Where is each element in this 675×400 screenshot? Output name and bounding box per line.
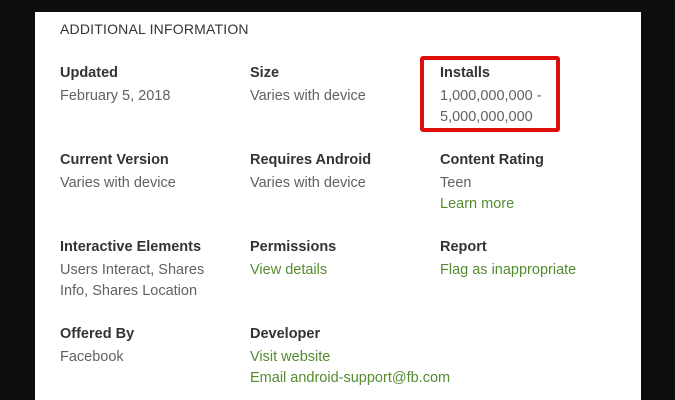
developer-label: Developer bbox=[250, 326, 321, 342]
installs-label: Installs bbox=[440, 65, 490, 81]
permissions-label: Permissions bbox=[250, 239, 337, 255]
installs-value-line2: 5,000,000,000 bbox=[440, 109, 533, 125]
report-label: Report bbox=[440, 239, 487, 255]
visit-website-link[interactable]: Visit website bbox=[250, 347, 510, 368]
size-label: Size bbox=[250, 65, 280, 81]
interactive-elements-label: Interactive Elements bbox=[60, 239, 202, 255]
developer-block: Developer Visit website Email android-su… bbox=[250, 324, 510, 389]
offered-by-value: Facebook bbox=[60, 349, 124, 365]
requires-android-label: Requires Android bbox=[250, 152, 372, 168]
additional-information-panel: ADDITIONAL INFORMATION Updated February … bbox=[35, 12, 641, 400]
updated-value: February 5, 2018 bbox=[60, 88, 171, 104]
requires-android-block: Requires Android Varies with device bbox=[250, 150, 430, 194]
report-block: Report Flag as inappropriate bbox=[440, 237, 620, 281]
learn-more-link[interactable]: Learn more bbox=[440, 194, 620, 215]
updated-label: Updated bbox=[60, 65, 118, 81]
offered-by-label: Offered By bbox=[60, 326, 135, 342]
requires-android-value: Varies with device bbox=[250, 175, 366, 191]
content-rating-block: Content Rating Teen Learn more bbox=[440, 150, 620, 215]
current-version-block: Current Version Varies with device bbox=[60, 150, 240, 194]
email-developer-link[interactable]: Email android-support@fb.com bbox=[250, 368, 510, 389]
content-rating-value: Teen bbox=[440, 175, 472, 191]
content-rating-label: Content Rating bbox=[440, 152, 544, 168]
offered-by-block: Offered By Facebook bbox=[60, 324, 240, 368]
installs-block: Installs 1,000,000,000 - 5,000,000,000 bbox=[440, 63, 620, 128]
permissions-block: Permissions View details bbox=[250, 237, 430, 281]
installs-value-line1: 1,000,000,000 - bbox=[440, 88, 542, 104]
current-version-value: Varies with device bbox=[60, 175, 176, 191]
updated-block: Updated February 5, 2018 bbox=[60, 63, 240, 107]
view-details-link[interactable]: View details bbox=[250, 260, 430, 281]
interactive-elements-value-line2: Info, Shares Location bbox=[60, 283, 198, 299]
size-block: Size Varies with device bbox=[250, 63, 430, 107]
size-value: Varies with device bbox=[250, 88, 366, 104]
interactive-elements-block: Interactive Elements Users Interact, Sha… bbox=[60, 237, 240, 302]
interactive-elements-value-line1: Users Interact, Shares bbox=[60, 262, 205, 278]
section-title: ADDITIONAL INFORMATION bbox=[60, 21, 249, 37]
flag-as-inappropriate-link[interactable]: Flag as inappropriate bbox=[440, 260, 620, 281]
current-version-label: Current Version bbox=[60, 152, 169, 168]
